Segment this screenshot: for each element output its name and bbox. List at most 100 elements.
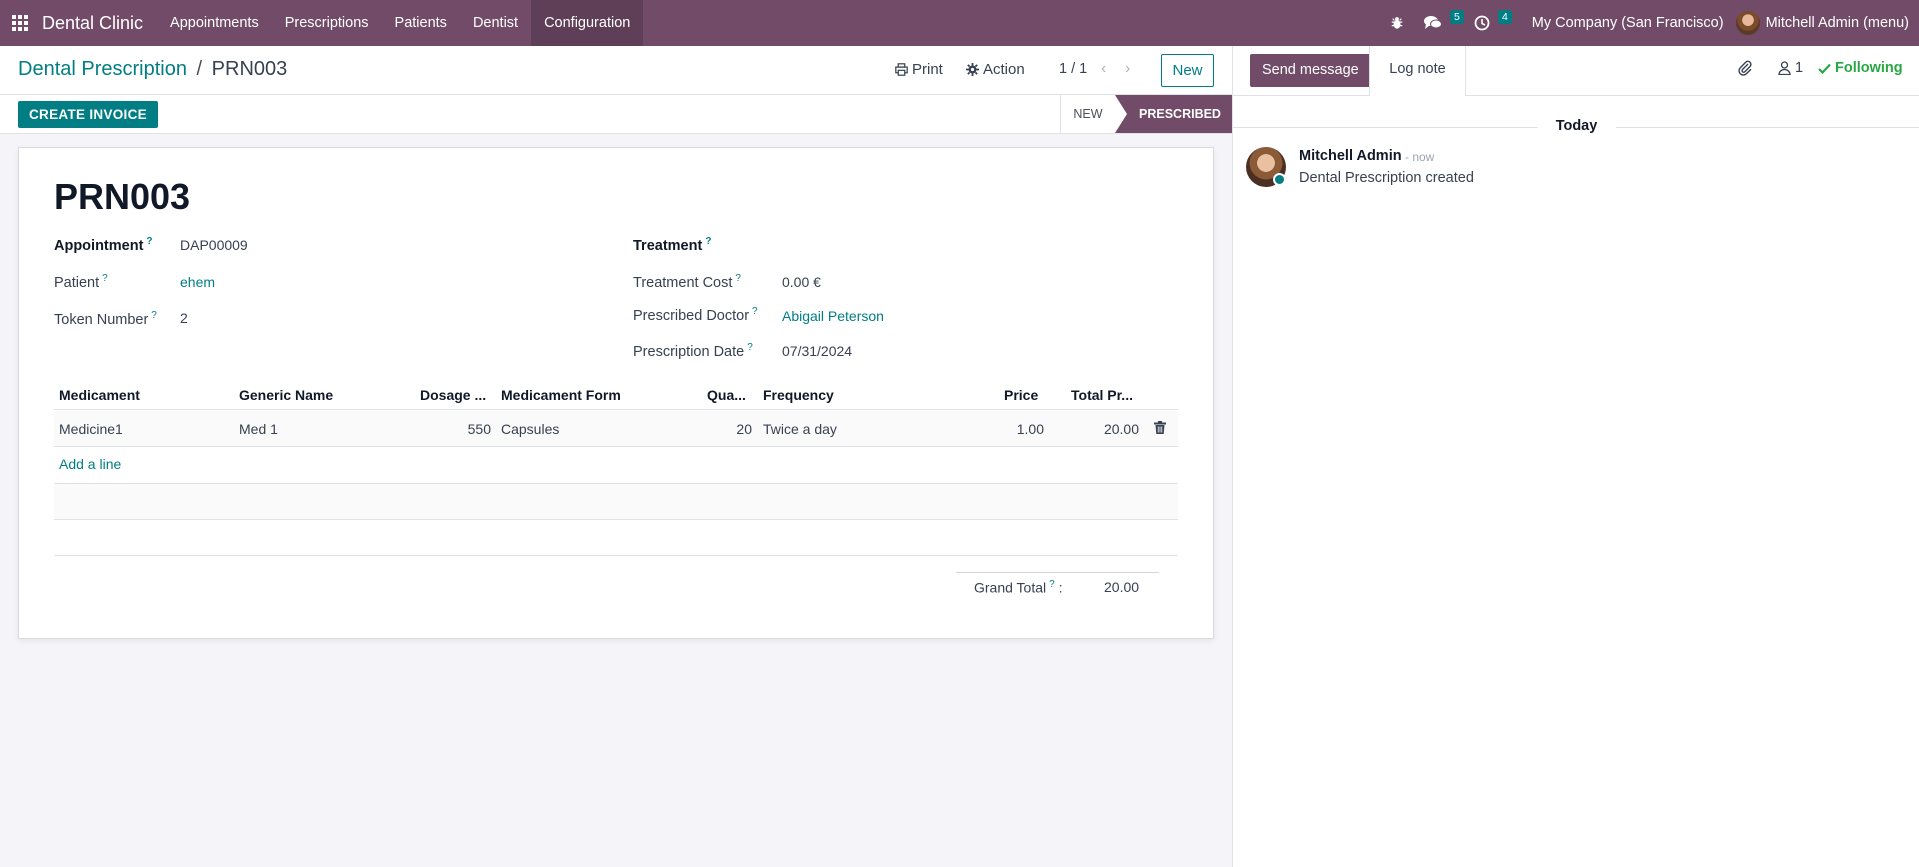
form-sheet: PRN003 Appointment? DAP00009 Patient? eh… [18,147,1214,639]
stage-new[interactable]: NEW [1060,95,1115,133]
top-navbar: Dental Clinic Appointments Prescriptions… [0,0,1919,46]
cell-quantity[interactable]: 20 [707,421,752,437]
help-icon[interactable]: ? [747,342,753,353]
messages-icon[interactable]: 5 [1414,0,1464,46]
print-button[interactable]: Print [895,61,943,78]
breadcrumb-current: PRN003 [211,58,288,80]
delete-row-trash-icon[interactable] [1154,421,1166,437]
online-status-icon [1273,173,1286,186]
apps-menu-icon[interactable] [0,0,40,46]
help-icon[interactable]: ? [752,306,758,317]
help-icon[interactable]: ? [146,236,152,247]
help-icon[interactable]: ? [735,273,741,284]
token-number-value[interactable]: 2 [180,310,188,326]
following-button[interactable]: Following [1818,60,1903,76]
patient-value[interactable]: ehem [180,274,215,290]
prescription-date-value[interactable]: 07/31/2024 [782,343,852,359]
treatment-cost-label: Treatment Cost? [633,273,741,291]
pager-next-icon[interactable]: › [1125,60,1130,78]
message-author[interactable]: Mitchell Admin [1299,148,1402,164]
table-header: Medicament Generic Name Dosage ... Medic… [54,380,1178,410]
cell-total-price[interactable]: 20.00 [1064,421,1139,437]
menu-prescriptions[interactable]: Prescriptions [272,0,382,46]
breadcrumb-separator: / [196,58,203,80]
treatment-label: Treatment? [633,236,712,254]
company-switcher[interactable]: My Company (San Francisco) [1512,15,1736,31]
pager-value[interactable]: 1 / 1 [1059,61,1087,77]
gear-icon [966,63,979,76]
add-line-link[interactable]: Add a line [59,456,121,472]
pager-previous-icon[interactable]: ‹ [1101,60,1106,78]
create-invoice-button[interactable]: CREATE INVOICE [18,101,158,128]
messages-badge: 5 [1449,10,1464,24]
action-button[interactable]: Action [966,61,1025,78]
table-divider [54,555,1178,556]
cell-medicament-form[interactable]: Capsules [501,421,559,437]
chatter-panel: Send message Log note 1 Following Today … [1232,46,1919,867]
log-note-button[interactable]: Log note [1369,46,1466,96]
activities-clock-icon[interactable]: 4 [1464,0,1512,46]
control-panel: Dental Prescription / PRN003 Print Actio… [0,46,1232,95]
user-avatar [1735,11,1760,35]
message-body: Dental Prescription created [1299,170,1474,186]
breadcrumb-parent[interactable]: Dental Prescription [18,58,187,80]
token-number-label: Token Number? [54,310,157,328]
followers-button[interactable]: 1 [1778,60,1803,76]
treatment-cost-value[interactable]: 0.00 € [782,274,821,290]
grand-total-label: Grand Total? : [974,579,1063,596]
following-label: Following [1835,60,1903,76]
chatter-toolbar: Send message Log note 1 Following [1233,46,1919,96]
column-frequency[interactable]: Frequency [763,387,834,403]
user-menu[interactable]: Mitchell Admin (menu) [1735,11,1919,35]
date-divider [1616,127,1919,128]
column-total-price[interactable]: Total Pr... [1071,387,1133,403]
toolbar-divider [1466,95,1919,96]
table-row[interactable]: Medicine1 Med 1 550 Capsules 20 Twice a … [54,411,1178,447]
menu-dentist[interactable]: Dentist [460,0,531,46]
prescribed-doctor-label: Prescribed Doctor? [633,306,758,324]
help-icon[interactable]: ? [1049,579,1055,590]
column-medicament[interactable]: Medicament [59,387,140,403]
prescribed-doctor-value[interactable]: Abigail Peterson [782,308,884,324]
prescription-date-label: Prescription Date? [633,342,753,360]
cell-generic-name[interactable]: Med 1 [239,421,278,437]
check-icon [1818,63,1831,74]
breadcrumb: Dental Prescription / PRN003 [18,58,287,81]
column-price[interactable]: Price [1004,387,1038,403]
send-message-button[interactable]: Send message [1250,54,1371,87]
grand-total-value: 20.00 [1104,579,1140,595]
user-icon [1778,61,1791,75]
toolbar-divider [1233,95,1369,96]
followers-count: 1 [1795,60,1804,76]
help-icon[interactable]: ? [151,310,157,321]
stage-prescribed[interactable]: PRESCRIBED [1115,95,1232,133]
cell-frequency[interactable]: Twice a day [763,421,837,437]
menu-configuration[interactable]: Configuration [531,0,644,46]
app-brand[interactable]: Dental Clinic [40,13,157,34]
total-divider [956,572,1159,573]
menu-patients[interactable]: Patients [382,0,460,46]
column-dosage[interactable]: Dosage ... [420,387,486,403]
patient-label: Patient? [54,273,108,291]
new-record-button[interactable]: New [1161,54,1214,87]
record-title: PRN003 [54,176,191,217]
user-name: Mitchell Admin (menu) [1765,15,1909,31]
appointment-label: Appointment? [54,236,153,254]
help-icon[interactable]: ? [705,236,711,247]
print-label: Print [912,61,943,78]
activities-badge: 4 [1497,10,1512,24]
status-bar: CREATE INVOICE NEW PRESCRIBED [0,95,1232,134]
column-generic-name[interactable]: Generic Name [239,387,333,403]
cell-price[interactable]: 1.00 [974,421,1044,437]
menu-appointments[interactable]: Appointments [157,0,272,46]
paperclip-icon[interactable] [1738,60,1752,79]
column-quantity[interactable]: Qua... [707,387,746,403]
message-time: - now [1405,150,1435,164]
cell-medicament[interactable]: Medicine1 [59,421,123,437]
appointment-value[interactable]: DAP00009 [180,237,248,253]
column-medicament-form[interactable]: Medicament Form [501,387,621,403]
cell-dosage[interactable]: 550 [420,421,491,437]
date-separator-today: Today [1555,118,1598,134]
debug-bug-icon[interactable] [1380,0,1414,46]
help-icon[interactable]: ? [102,273,108,284]
